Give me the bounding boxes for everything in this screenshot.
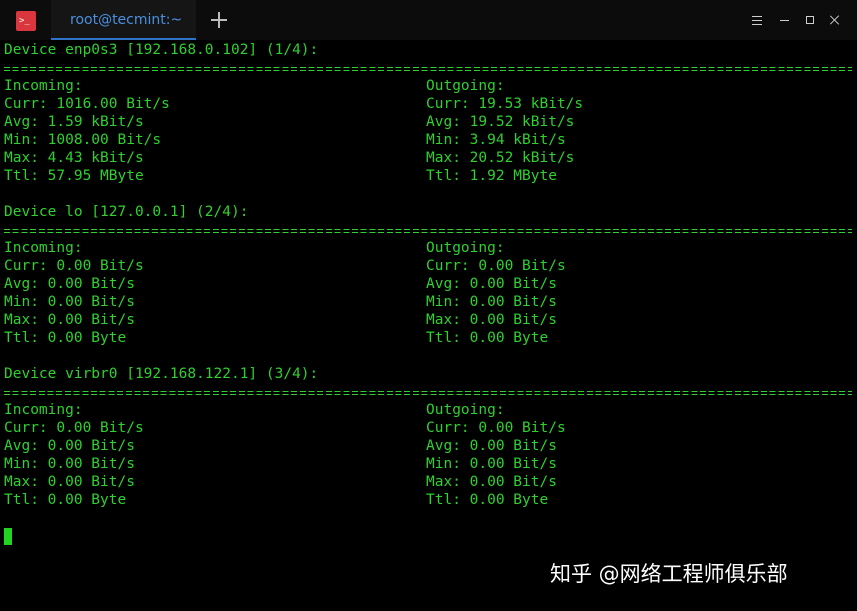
outgoing-avg: Avg: 0.00 Bit/s [426, 438, 557, 454]
stats-row: Min: 0.00 Bit/s Min: 0.00 Bit/s [4, 293, 854, 311]
separator-line [4, 383, 854, 401]
outgoing-min: Min: 3.94 kBit/s [426, 132, 566, 148]
device-header: Device lo [127.0.0.1] (2/4): [4, 204, 249, 220]
watermark: 知乎 @网络工程师俱乐部 [550, 562, 788, 586]
stats-row: Ttl: 0.00 Byte Ttl: 0.00 Byte [4, 329, 854, 347]
outgoing-min: Min: 0.00 Bit/s [426, 294, 557, 310]
minimize-icon[interactable] [779, 14, 791, 26]
incoming-max: Max: 0.00 Bit/s [4, 312, 135, 328]
stats-row: Incoming: Outgoing: [4, 77, 854, 95]
stats-row: Incoming: Outgoing: [4, 401, 854, 419]
incoming-avg: Avg: 0.00 Bit/s [4, 276, 135, 292]
tab-title: root@tecmint:~ [70, 12, 183, 28]
stats-row: Curr: 1016.00 Bit/s Curr: 19.53 kBit/s [4, 95, 854, 113]
outgoing-title: Outgoing: [426, 240, 505, 256]
outgoing-avg: Avg: 19.52 kBit/s [426, 114, 575, 130]
menu-icon[interactable] [751, 14, 763, 26]
incoming-min: Min: 0.00 Bit/s [4, 456, 135, 472]
terminal-icon[interactable]: >_ [16, 11, 36, 31]
outgoing-avg: Avg: 0.00 Bit/s [426, 276, 557, 292]
outgoing-curr: Curr: 0.00 Bit/s [426, 420, 566, 436]
stats-row: Avg: 0.00 Bit/s Avg: 0.00 Bit/s [4, 275, 854, 293]
stats-row: Curr: 0.00 Bit/s Curr: 0.00 Bit/s [4, 257, 854, 275]
terminal-window: >_ root@tecmint:~ Device enp0s3 [192.168… [0, 0, 857, 611]
terminal-cursor [4, 528, 12, 545]
incoming-title: Incoming: [4, 240, 83, 256]
incoming-title: Incoming: [4, 78, 83, 94]
stats-row: Incoming: Outgoing: [4, 239, 854, 257]
stats-row: Ttl: 57.95 MByte Ttl: 1.92 MByte [4, 167, 854, 185]
incoming-ttl: Ttl: 0.00 Byte [4, 330, 127, 346]
incoming-curr: Curr: 1016.00 Bit/s [4, 96, 170, 112]
stats-row: Min: 1008.00 Bit/s Min: 3.94 kBit/s [4, 131, 854, 149]
outgoing-max: Max: 20.52 kBit/s [426, 150, 575, 166]
stats-row: Max: 0.00 Bit/s Max: 0.00 Bit/s [4, 473, 854, 491]
incoming-avg: Avg: 1.59 kBit/s [4, 114, 144, 130]
incoming-avg: Avg: 0.00 Bit/s [4, 438, 135, 454]
outgoing-curr: Curr: 0.00 Bit/s [426, 258, 566, 274]
outgoing-title: Outgoing: [426, 78, 505, 94]
outgoing-ttl: Ttl: 0.00 Byte [426, 330, 549, 346]
terminal-output[interactable]: Device enp0s3 [192.168.0.102] (1/4): Inc… [4, 41, 854, 509]
incoming-ttl: Ttl: 0.00 Byte [4, 492, 127, 508]
stats-row: Min: 0.00 Bit/s Min: 0.00 Bit/s [4, 455, 854, 473]
tab-terminal[interactable]: root@tecmint:~ [51, 0, 196, 40]
incoming-max: Max: 0.00 Bit/s [4, 474, 135, 490]
outgoing-max: Max: 0.00 Bit/s [426, 474, 557, 490]
stats-row: Avg: 0.00 Bit/s Avg: 0.00 Bit/s [4, 437, 854, 455]
separator-line [4, 221, 854, 239]
outgoing-max: Max: 0.00 Bit/s [426, 312, 557, 328]
outgoing-curr: Curr: 19.53 kBit/s [426, 96, 584, 112]
stats-row: Ttl: 0.00 Byte Ttl: 0.00 Byte [4, 491, 854, 509]
device-header: Device enp0s3 [192.168.0.102] (1/4): [4, 42, 319, 58]
close-icon[interactable] [829, 14, 841, 26]
incoming-ttl: Ttl: 57.95 MByte [4, 168, 144, 184]
incoming-curr: Curr: 0.00 Bit/s [4, 420, 144, 436]
outgoing-title: Outgoing: [426, 402, 505, 418]
incoming-max: Max: 4.43 kBit/s [4, 150, 144, 166]
outgoing-ttl: Ttl: 1.92 MByte [426, 168, 557, 184]
outgoing-ttl: Ttl: 0.00 Byte [426, 492, 549, 508]
incoming-curr: Curr: 0.00 Bit/s [4, 258, 144, 274]
separator-line [4, 59, 854, 77]
title-bar: >_ root@tecmint:~ [0, 0, 857, 40]
stats-row: Avg: 1.59 kBit/s Avg: 19.52 kBit/s [4, 113, 854, 131]
maximize-icon[interactable] [804, 14, 816, 26]
outgoing-min: Min: 0.00 Bit/s [426, 456, 557, 472]
stats-row: Curr: 0.00 Bit/s Curr: 0.00 Bit/s [4, 419, 854, 437]
stats-row: Max: 0.00 Bit/s Max: 0.00 Bit/s [4, 311, 854, 329]
incoming-min: Min: 1008.00 Bit/s [4, 132, 162, 148]
new-tab-icon[interactable] [211, 12, 227, 28]
device-header: Device virbr0 [192.168.122.1] (3/4): [4, 366, 319, 382]
incoming-title: Incoming: [4, 402, 83, 418]
stats-row: Max: 4.43 kBit/s Max: 20.52 kBit/s [4, 149, 854, 167]
incoming-min: Min: 0.00 Bit/s [4, 294, 135, 310]
